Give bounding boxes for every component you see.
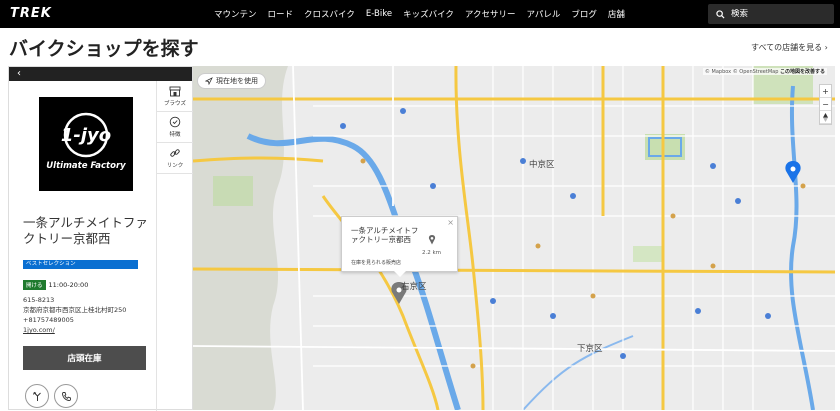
nav-item-road[interactable]: ロード xyxy=(268,8,294,20)
popup-tail xyxy=(394,271,406,277)
store-logo-text: 1-jyo xyxy=(61,125,111,146)
map-canvas[interactable] xyxy=(193,66,835,410)
store-detail-panel: ‹ ブラウズ 特徴 リンク 1-jyo Ultimate Factory 一条ア… xyxy=(8,66,193,411)
popup-distance: 2.2 km xyxy=(422,250,442,256)
directions-button[interactable] xyxy=(25,384,49,408)
store-map[interactable]: 中京区 右京区 下京区 現在地を使用 © Mapbox © OpenStreet… xyxy=(193,66,835,410)
all-stores-link[interactable]: すべての店舗を見る › xyxy=(751,42,828,53)
street-address: 京都府京都市西京区上桂北村町250 xyxy=(23,306,127,314)
map-label-nakagyo: 中京区 xyxy=(529,160,555,170)
phone-number[interactable]: +81757489005 xyxy=(23,315,126,325)
use-current-location-label: 現在地を使用 xyxy=(216,77,258,85)
tab-browse[interactable]: ブラウズ xyxy=(157,81,193,112)
location-pin-icon xyxy=(428,235,436,245)
popup-close-icon[interactable]: × xyxy=(447,218,454,227)
store-address-block: 615-8213 京都府京都市西京区上桂北村町250 +81757489005 … xyxy=(23,295,126,335)
popup-stock-link[interactable]: 在庫を見られる販売店 xyxy=(351,259,401,266)
selected-store-pin xyxy=(785,161,801,183)
page-title: バイクショップを探す xyxy=(9,38,199,60)
top-nav-bar: TREK マウンテン ロード クロスバイク E-Bike キッズバイク アクセサ… xyxy=(0,0,840,28)
use-current-location-button[interactable]: 現在地を使用 xyxy=(197,73,266,89)
improve-map-link[interactable]: この地図を改善する xyxy=(780,69,825,75)
zoom-controls: + − xyxy=(819,84,832,125)
tab-browse-label: ブラウズ xyxy=(163,100,186,107)
search-box[interactable] xyxy=(708,4,834,24)
store-name: 一条アルチメイトファクトリー京都西 xyxy=(23,215,148,246)
call-button[interactable] xyxy=(54,384,78,408)
trek-logo[interactable]: TREK xyxy=(10,6,52,21)
nav-item-mountain[interactable]: マウンテン xyxy=(214,8,257,20)
popup-store-name[interactable]: 一条アルチメイトファクトリー京都西 xyxy=(351,226,419,244)
compass-icon xyxy=(823,112,828,122)
link-icon xyxy=(170,149,180,157)
nav-item-blog[interactable]: ブログ xyxy=(571,8,597,20)
back-arrow-icon[interactable]: ‹ xyxy=(17,68,21,79)
map-label-shimogyo: 下京区 xyxy=(577,344,603,354)
badge-icon xyxy=(169,116,181,128)
phone-icon xyxy=(61,391,71,401)
open-status-badge: 開ける xyxy=(23,280,46,290)
nav-item-stores[interactable]: 店舗 xyxy=(608,8,625,20)
tab-links-label: リンク xyxy=(166,163,184,169)
hours-text: 11:00-20:00 xyxy=(48,281,89,289)
tab-features[interactable]: 特徴 xyxy=(157,112,193,143)
website-link[interactable]: 1jyo.com/ xyxy=(23,325,126,335)
nav-item-kids-bike[interactable]: キッズバイク xyxy=(403,8,454,20)
nav-item-apparel[interactable]: アパレル xyxy=(526,8,560,20)
attribution-text: © Mapbox © OpenStreetMap xyxy=(704,69,779,75)
best-selection-badge: ベストセレクション xyxy=(23,260,138,269)
panel-header: ‹ xyxy=(9,67,192,81)
map-attribution: © Mapbox © OpenStreetMap この地図を改善する xyxy=(702,68,827,75)
store-logo: 1-jyo Ultimate Factory xyxy=(39,97,133,191)
nav-item-cross-bike[interactable]: クロスバイク xyxy=(304,8,355,20)
search-icon xyxy=(716,9,725,19)
nav-item-accessories[interactable]: アクセサリー xyxy=(465,8,516,20)
zoom-out-button[interactable]: − xyxy=(820,98,831,111)
store-icon xyxy=(169,86,181,96)
store-logo-subtext: Ultimate Factory xyxy=(46,161,126,171)
compass-button[interactable] xyxy=(820,111,831,124)
location-arrow-icon xyxy=(205,77,213,85)
zoom-in-button[interactable]: + xyxy=(820,85,831,98)
map-label-ukyo: 右京区 xyxy=(401,282,427,292)
directions-icon xyxy=(32,391,41,401)
store-hours: 開ける 11:00-20:00 xyxy=(23,280,88,290)
nav-item-ebike[interactable]: E-Bike xyxy=(366,9,392,19)
in-store-stock-button[interactable]: 店頭在庫 xyxy=(23,346,146,370)
tab-links[interactable]: リンク xyxy=(157,143,193,174)
store-popup[interactable]: 一条アルチメイトファクトリー京都西 2.2 km 在庫を見られる販売店 × xyxy=(341,216,458,277)
main-nav: マウンテン ロード クロスバイク E-Bike キッズバイク アクセサリー アパ… xyxy=(214,0,625,28)
tab-features-label: 特徴 xyxy=(169,132,181,138)
search-input[interactable] xyxy=(731,9,821,19)
postal-code: 615-8213 xyxy=(23,296,55,304)
panel-tabs: ブラウズ 特徴 リンク xyxy=(156,81,193,411)
